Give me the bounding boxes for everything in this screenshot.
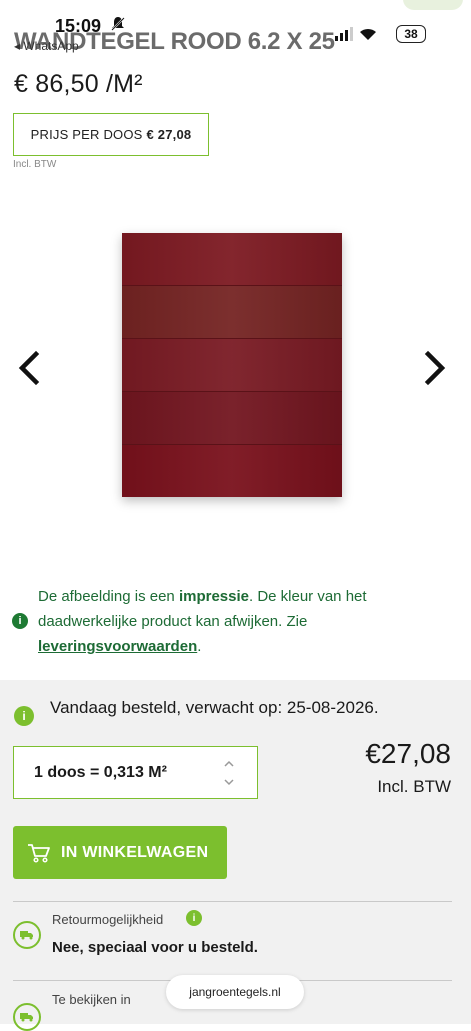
tile-row — [122, 339, 342, 392]
info-icon: i — [12, 613, 28, 629]
back-to-app-link[interactable]: ◂ WhatsApp — [14, 39, 79, 53]
chevron-left-icon[interactable] — [14, 348, 44, 388]
view-label: Te bekijken in — [52, 992, 131, 1007]
quantity-value: 1 doos = 0,313 M² — [34, 763, 167, 781]
battery-icon: 38 — [396, 25, 426, 43]
tile-row — [122, 286, 342, 339]
truck-icon — [13, 1003, 41, 1031]
image-disclaimer: De afbeelding is een impressie. De kleur… — [38, 584, 458, 659]
product-image — [122, 233, 342, 497]
price-per-m2: € 86,50 /M² — [14, 70, 143, 98]
return-value: Nee, speciaal voor u besteld. — [52, 939, 258, 956]
top-pill — [403, 0, 463, 10]
chevron-right-icon[interactable] — [420, 348, 450, 388]
incl-vat-note: Incl. BTW — [13, 159, 57, 170]
disclaimer-text-1: De afbeelding is een — [38, 588, 179, 605]
box-price-value: € 27,08 — [146, 127, 192, 142]
info-icon[interactable]: i — [186, 910, 202, 926]
return-label: Retourmogelijkheid — [52, 912, 164, 927]
total-incl-vat: Incl. BTW — [377, 777, 451, 796]
box-price-label: PRIJS PER DOOS — [30, 127, 143, 142]
tile-row — [122, 392, 342, 445]
browser-url-bar[interactable]: jangroentegels.nl — [166, 975, 304, 1009]
disclaimer-emphasis: impressie — [178, 588, 249, 605]
price-per-box: PRIJS PER DOOS € 27,08 — [13, 113, 209, 156]
info-icon: i — [14, 706, 34, 726]
add-to-cart-label: IN WINKELWAGEN — [61, 843, 209, 861]
tile-row — [122, 445, 342, 497]
quantity-selector[interactable]: 1 doos = 0,313 M² — [13, 746, 258, 799]
tile-row — [122, 233, 342, 286]
cart-icon — [28, 843, 50, 863]
stepper-icon[interactable] — [223, 757, 235, 789]
delivery-terms-link[interactable]: leveringsvoorwaarden — [38, 638, 197, 655]
truck-icon — [13, 921, 41, 949]
add-to-cart-button[interactable]: IN WINKELWAGEN — [13, 826, 227, 879]
divider — [13, 901, 452, 902]
total-price: €27,08 — [365, 738, 451, 769]
disclaimer-text-3: . — [197, 638, 202, 655]
delivery-estimate: Vandaag besteld, verwacht op: 25-08-2026… — [50, 698, 379, 717]
